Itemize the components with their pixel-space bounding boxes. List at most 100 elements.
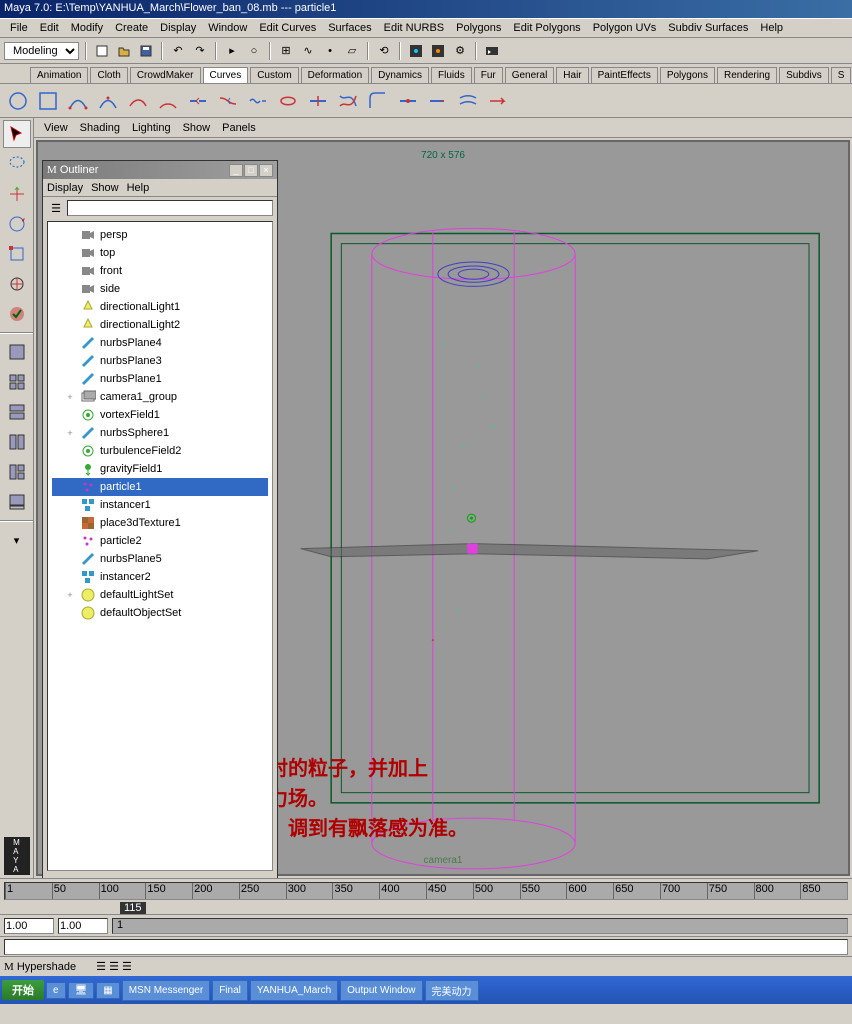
- outliner-item-gravityField1[interactable]: gravityField1: [52, 460, 268, 478]
- outliner-item-turbulenceField2[interactable]: turbulenceField2: [52, 442, 268, 460]
- task-msn-messenger[interactable]: MSN Messenger: [122, 980, 210, 1001]
- move-tool[interactable]: [3, 180, 31, 208]
- history-button[interactable]: ⟲: [375, 42, 393, 60]
- shelf-tab-cloth[interactable]: Cloth: [90, 67, 127, 83]
- shelf-fillet-icon[interactable]: [364, 87, 392, 115]
- layout-single-button[interactable]: [3, 338, 31, 366]
- shelf-offset-icon[interactable]: [454, 87, 482, 115]
- expand-toggle[interactable]: +: [64, 392, 76, 402]
- snap-grid-button[interactable]: ⊞: [277, 42, 295, 60]
- outliner-item-particle1[interactable]: particle1: [52, 478, 268, 496]
- manip-tool[interactable]: [3, 270, 31, 298]
- hypershade-panel-bar[interactable]: M Hypershade ☰ ☰ ☰: [0, 956, 852, 976]
- vp-menu-view[interactable]: View: [38, 122, 74, 134]
- layout-four-button[interactable]: [3, 368, 31, 396]
- shelf-tab-animation[interactable]: Animation: [30, 67, 88, 83]
- outliner-item-nurbsPlane1[interactable]: nurbsPlane1: [52, 370, 268, 388]
- snap-curve-button[interactable]: ∿: [299, 42, 317, 60]
- menu-edit-curves[interactable]: Edit Curves: [253, 22, 322, 34]
- shelf-tab-rendering[interactable]: Rendering: [717, 67, 777, 83]
- layout-two-h-button[interactable]: [3, 398, 31, 426]
- shelf-tab-fur[interactable]: Fur: [474, 67, 503, 83]
- open-button[interactable]: [115, 42, 133, 60]
- shelf-tab-painteffects[interactable]: PaintEffects: [591, 67, 658, 83]
- time-ruler[interactable]: 1501001502002503003504004505005506006507…: [4, 882, 848, 900]
- outliner-item-instancer2[interactable]: instancer2: [52, 568, 268, 586]
- shelf-tab-polygons[interactable]: Polygons: [660, 67, 715, 83]
- outliner-item-camera1_group[interactable]: +camera1_group: [52, 388, 268, 406]
- outliner-search-input[interactable]: [67, 200, 273, 216]
- shelf-reverse-icon[interactable]: [484, 87, 512, 115]
- outliner-item-directionalLight1[interactable]: directionalLight1: [52, 298, 268, 316]
- vp-menu-panels[interactable]: Panels: [216, 122, 262, 134]
- shelf-tab-dynamics[interactable]: Dynamics: [371, 67, 429, 83]
- vp-menu-shading[interactable]: Shading: [74, 122, 126, 134]
- help-button[interactable]: [483, 42, 501, 60]
- outliner-item-vortexField1[interactable]: vortexField1: [52, 406, 268, 424]
- outliner-item-persp[interactable]: persp: [52, 226, 268, 244]
- time-slider[interactable]: 1501001502002503003504004505005506006507…: [0, 878, 852, 902]
- outliner-item-front[interactable]: front: [52, 262, 268, 280]
- range-slider[interactable]: 1: [112, 918, 848, 934]
- quick-launch-app-icon[interactable]: ▦: [96, 982, 119, 999]
- command-input[interactable]: [4, 939, 848, 955]
- minimize-button[interactable]: _: [229, 164, 243, 177]
- layout-three-button[interactable]: [3, 458, 31, 486]
- outliner-menu-show[interactable]: Show: [91, 182, 119, 194]
- menu-surfaces[interactable]: Surfaces: [322, 22, 377, 34]
- save-button[interactable]: [137, 42, 155, 60]
- menu-polygons[interactable]: Polygons: [450, 22, 507, 34]
- outliner-menu-display[interactable]: Display: [47, 182, 83, 194]
- shelf-open-close-icon[interactable]: [274, 87, 302, 115]
- select-button[interactable]: ▸: [223, 42, 241, 60]
- outliner-item-defaultObjectSet[interactable]: defaultObjectSet: [52, 604, 268, 622]
- menu-window[interactable]: Window: [202, 22, 253, 34]
- shelf-tab-fluids[interactable]: Fluids: [431, 67, 472, 83]
- last-tool[interactable]: [3, 300, 31, 328]
- outliner-item-nurbsPlane4[interactable]: nurbsPlane4: [52, 334, 268, 352]
- menu-modify[interactable]: Modify: [65, 22, 109, 34]
- task-final[interactable]: Final: [212, 980, 248, 1001]
- expand-toggle[interactable]: +: [64, 428, 76, 438]
- shelf-arc-icon[interactable]: [154, 87, 182, 115]
- render-settings-button[interactable]: ⚙: [451, 42, 469, 60]
- shelf-extend-icon[interactable]: [424, 87, 452, 115]
- outliner-item-top[interactable]: top: [52, 244, 268, 262]
- outliner-tree[interactable]: persptopfrontsidedirectionalLight1direct…: [47, 221, 273, 871]
- menu-polygon-uvs[interactable]: Polygon UVs: [587, 22, 663, 34]
- menu-help[interactable]: Help: [754, 22, 789, 34]
- range-end-input[interactable]: [58, 918, 108, 934]
- lasso-tool[interactable]: [3, 150, 31, 178]
- outliner-titlebar[interactable]: M Outliner _ □ ×: [43, 161, 277, 179]
- shelf-detach-icon[interactable]: [214, 87, 242, 115]
- close-button[interactable]: ×: [259, 164, 273, 177]
- outliner-item-instancer1[interactable]: instancer1: [52, 496, 268, 514]
- undo-icon[interactable]: ↶: [169, 42, 187, 60]
- outliner-window[interactable]: M Outliner _ □ × Display Show Help ☰ persp…: [42, 160, 278, 880]
- shelf-ep-curve-icon[interactable]: [94, 87, 122, 115]
- outliner-filter-icon[interactable]: ☰: [47, 199, 65, 217]
- shelf-tab-curves[interactable]: Curves: [203, 67, 249, 83]
- maximize-button[interactable]: □: [244, 164, 258, 177]
- menu-file[interactable]: File: [4, 22, 34, 34]
- outliner-item-nurbsPlane5[interactable]: nurbsPlane5: [52, 550, 268, 568]
- task-yanhua_march[interactable]: YANHUA_March: [250, 980, 338, 1001]
- outliner-item-particle2[interactable]: particle2: [52, 532, 268, 550]
- menu-edit-polygons[interactable]: Edit Polygons: [507, 22, 586, 34]
- render-button[interactable]: [407, 42, 425, 60]
- rotate-tool[interactable]: [3, 210, 31, 238]
- mode-dropdown[interactable]: Modeling: [4, 42, 79, 60]
- menu-display[interactable]: Display: [154, 22, 202, 34]
- outliner-item-nurbsSphere1[interactable]: +nurbsSphere1: [52, 424, 268, 442]
- shelf-cv-curve-icon[interactable]: [64, 87, 92, 115]
- shelf-tab-subdivs[interactable]: Subdivs: [779, 67, 829, 83]
- task-output-window[interactable]: Output Window: [340, 980, 422, 1001]
- expand-toggle[interactable]: +: [64, 590, 76, 600]
- snap-plane-button[interactable]: ▱: [343, 42, 361, 60]
- show-hide-icon[interactable]: ▾: [3, 526, 31, 554]
- outliner-item-defaultLightSet[interactable]: +defaultLightSet: [52, 586, 268, 604]
- shelf-intersect-icon[interactable]: [334, 87, 362, 115]
- lasso-button[interactable]: ○: [245, 42, 263, 60]
- ipr-button[interactable]: [429, 42, 447, 60]
- outliner-menu-help[interactable]: Help: [127, 182, 150, 194]
